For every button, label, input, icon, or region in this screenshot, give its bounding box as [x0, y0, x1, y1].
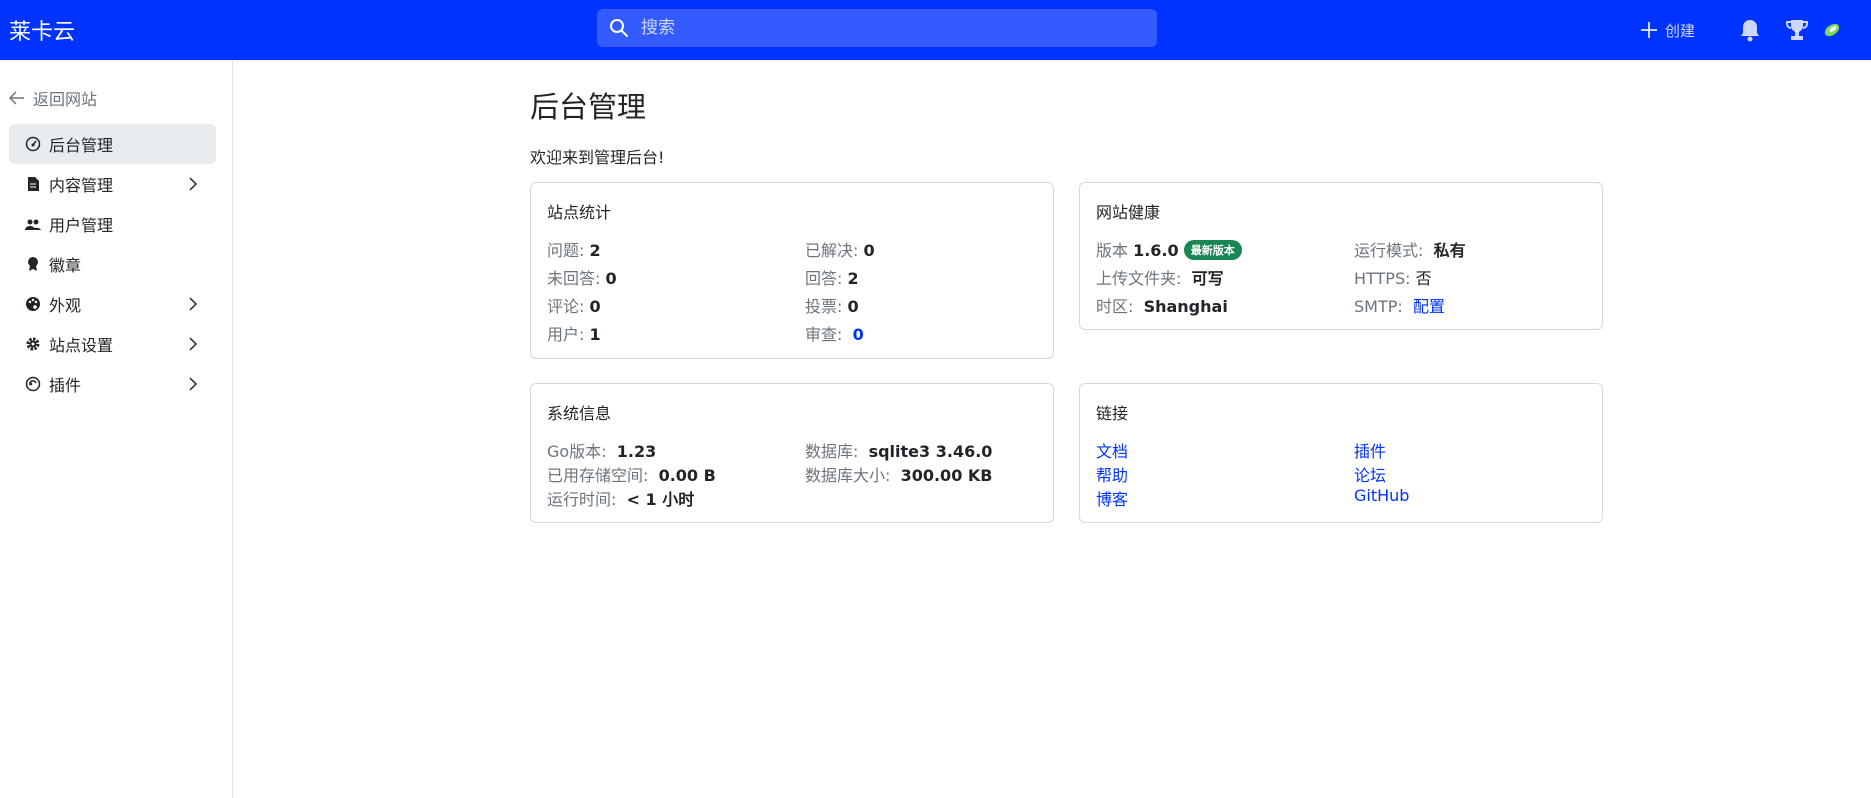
sidebar-item-badges[interactable]: 徽章 — [9, 244, 216, 284]
back-label: 返回网站 — [33, 90, 98, 109]
sidebar-item-plugins[interactable]: 插件 — [9, 364, 216, 404]
avatar-icon — [1824, 23, 1840, 37]
site-health-card: 网站健康 版本 1.6.0 最新版本 运行模式: 私有 上传文件夹: 可写 HT… — [1079, 182, 1603, 330]
link-github[interactable]: GitHub — [1354, 486, 1409, 505]
link-docs[interactable]: 文档 — [1096, 438, 1128, 462]
health-https: HTTPS: 否 — [1354, 269, 1432, 288]
notification-button[interactable] — [1739, 18, 1761, 42]
stat-resolved: 已解决: 0 — [805, 241, 875, 260]
gear-icon — [25, 336, 41, 352]
stat-votes: 投票: 0 — [805, 297, 859, 316]
sidebar-item-label: 插件 — [49, 376, 82, 395]
chevron-right-icon — [189, 377, 198, 391]
sidebar: 返回网站 后台管理 内容管理 用户管理 徽章 外观 站点设置 插件 — [0, 60, 233, 798]
palette-icon — [25, 296, 41, 312]
card-title: 站点统计 — [547, 203, 612, 222]
bell-icon — [1741, 20, 1759, 42]
sidebar-item-users[interactable]: 用户管理 — [9, 204, 216, 244]
health-smtp: SMTP: 配置 — [1354, 297, 1445, 316]
sidebar-item-settings[interactable]: 站点设置 — [9, 324, 216, 364]
sidebar-item-dashboard[interactable]: 后台管理 — [9, 124, 216, 164]
award-icon — [25, 256, 41, 272]
smtp-config-link[interactable]: 配置 — [1413, 297, 1445, 316]
system-db: 数据库: sqlite3 3.46.0 — [805, 442, 993, 461]
create-button[interactable]: 创建 — [1639, 20, 1695, 41]
link-help[interactable]: 帮助 — [1096, 462, 1128, 486]
review-link[interactable]: 0 — [853, 325, 864, 344]
stat-unanswered: 未回答: 0 — [547, 269, 617, 288]
health-mode: 运行模式: 私有 — [1354, 241, 1466, 260]
chevron-right-icon — [189, 337, 198, 351]
system-go: Go版本: 1.23 — [547, 442, 657, 461]
system-info-card: 系统信息 Go版本: 1.23 数据库: sqlite3 3.46.0 已用存储… — [530, 383, 1054, 523]
link-blog[interactable]: 博客 — [1096, 486, 1128, 510]
system-db-size: 数据库大小: 300.00 KB — [805, 466, 993, 485]
health-timezone: 时区: Shanghai — [1096, 297, 1228, 316]
stat-users: 用户: 1 — [547, 325, 601, 344]
sidebar-item-appearance[interactable]: 外观 — [9, 284, 216, 324]
card-title: 系统信息 — [547, 404, 612, 423]
gauge-icon — [25, 136, 41, 152]
sidebar-item-label: 用户管理 — [49, 216, 114, 235]
sidebar-item-label: 内容管理 — [49, 176, 114, 195]
brand-logo[interactable]: 莱卡云 — [9, 14, 75, 46]
sidebar-item-content[interactable]: 内容管理 — [9, 164, 216, 204]
welcome-text: 欢迎来到管理后台! — [530, 148, 665, 167]
card-title: 链接 — [1096, 404, 1129, 423]
stat-questions: 问题: 2 — [547, 241, 601, 260]
top-actions: 创建 — [1639, 0, 1841, 60]
create-label: 创建 — [1664, 21, 1695, 40]
sidebar-item-label: 后台管理 — [49, 136, 114, 155]
file-icon — [25, 176, 41, 192]
sidebar-nav: 后台管理 内容管理 用户管理 徽章 外观 站点设置 插件 — [9, 124, 216, 404]
arrow-left-icon — [9, 91, 24, 105]
link-forum[interactable]: 论坛 — [1354, 462, 1386, 486]
user-avatar[interactable] — [1823, 21, 1841, 39]
stat-comments: 评论: 0 — [547, 297, 601, 316]
stat-review: 审查: 0 — [805, 325, 864, 344]
search-box[interactable] — [597, 9, 1157, 47]
card-title: 网站健康 — [1096, 203, 1161, 222]
trophy-icon — [1786, 20, 1808, 40]
plugin-icon — [25, 376, 41, 392]
sidebar-item-label: 徽章 — [49, 256, 82, 275]
link-plugins[interactable]: 插件 — [1354, 438, 1386, 462]
stat-answers: 回答: 2 — [805, 269, 859, 288]
top-navbar: 莱卡云 创建 — [0, 0, 1871, 60]
system-uptime: 运行时间: < 1 小时 — [547, 490, 695, 509]
system-storage: 已用存储空间: 0.00 B — [547, 466, 716, 485]
back-to-site-link[interactable]: 返回网站 — [9, 86, 97, 110]
plus-icon — [1640, 22, 1657, 38]
people-icon — [25, 216, 41, 232]
chevron-right-icon — [189, 177, 198, 191]
search-icon — [610, 19, 628, 37]
health-version: 版本 1.6.0 最新版本 — [1096, 237, 1242, 261]
achievements-button[interactable] — [1785, 18, 1809, 42]
search-input[interactable] — [639, 9, 1149, 47]
latest-version-badge: 最新版本 — [1183, 240, 1242, 260]
page-title: 后台管理 — [530, 90, 647, 124]
sidebar-item-label: 站点设置 — [49, 336, 114, 355]
sidebar-item-label: 外观 — [49, 296, 82, 315]
links-card: 链接 文档 插件 帮助 论坛 博客 GitHub — [1079, 383, 1603, 523]
site-stats-card: 站点统计 问题: 2 已解决: 0 未回答: 0 回答: 2 评论: 0 投票:… — [530, 182, 1054, 359]
chevron-right-icon — [189, 297, 198, 311]
health-upload: 上传文件夹: 可写 — [1096, 269, 1224, 288]
